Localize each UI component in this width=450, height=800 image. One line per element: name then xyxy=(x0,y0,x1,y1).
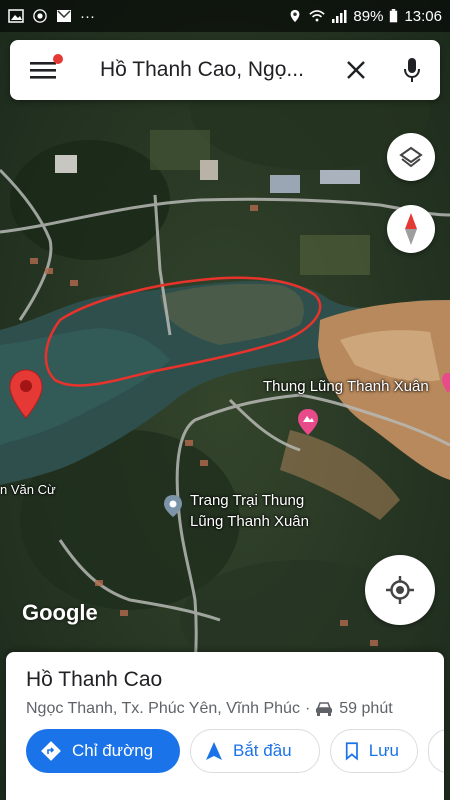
map-layers-button[interactable] xyxy=(387,133,435,181)
directions-button[interactable]: Chỉ đường xyxy=(26,729,180,773)
my-location-button[interactable] xyxy=(365,555,435,625)
my-location-icon xyxy=(386,576,414,604)
save-label: Lưu xyxy=(368,741,399,760)
search-input[interactable]: Hồ Thanh Cao, Ngọ... xyxy=(76,58,328,82)
car-icon xyxy=(316,702,333,716)
location-status-icon xyxy=(291,9,300,23)
wifi-icon xyxy=(309,10,326,22)
bookmark-icon xyxy=(345,742,358,761)
valley-poi-icon[interactable] xyxy=(297,408,319,436)
farm-poi-icon[interactable] xyxy=(163,494,183,518)
action-buttons: Chỉ đường Bắt đầu Lưu xyxy=(26,729,444,773)
more-actions-button[interactable] xyxy=(428,729,444,773)
signal-icon xyxy=(332,10,347,23)
google-logo: Google xyxy=(22,600,98,625)
search-bar[interactable]: Hồ Thanh Cao, Ngọ... xyxy=(10,40,440,100)
poi-edge-icon[interactable] xyxy=(441,372,450,394)
compass-button[interactable] xyxy=(387,205,435,253)
more-notifications-indicator: ··· xyxy=(80,7,95,25)
save-button[interactable]: Lưu xyxy=(330,729,418,773)
road-label: n Văn Cừ xyxy=(0,482,56,497)
notification-dot xyxy=(53,54,63,64)
directions-label: Chỉ đường xyxy=(72,741,154,760)
voice-search-button[interactable] xyxy=(384,40,440,100)
compass-icon xyxy=(405,213,417,245)
clear-search-button[interactable] xyxy=(328,40,384,100)
battery-icon xyxy=(390,9,398,23)
layers-icon xyxy=(399,146,423,168)
image-notification-icon xyxy=(8,9,24,23)
chrome-icon xyxy=(33,9,47,23)
separator-dot: · xyxy=(304,700,311,717)
place-address: Ngọc Thanh, Tx. Phúc Yên, Vĩnh Phúc xyxy=(26,700,300,717)
status-time: 13:06 xyxy=(404,7,442,25)
valley-label[interactable]: Thung Lũng Thanh Xuân xyxy=(263,378,429,395)
directions-icon xyxy=(41,741,61,761)
place-title: Hồ Thanh Cao xyxy=(26,668,163,691)
farm-label[interactable]: Trang Trại Thung Lũng Thanh Xuân xyxy=(190,490,340,532)
microphone-icon xyxy=(404,58,420,82)
hamburger-menu-icon xyxy=(30,62,56,79)
close-icon xyxy=(347,61,365,79)
start-navigation-button[interactable]: Bắt đầu xyxy=(190,729,320,773)
place-info-sheet[interactable]: Hồ Thanh Cao Ngọc Thanh, Tx. Phúc Yên, V… xyxy=(6,652,444,800)
start-label: Bắt đầu xyxy=(233,741,292,760)
menu-button[interactable] xyxy=(10,40,76,100)
place-marker-icon[interactable] xyxy=(8,368,44,420)
gmail-icon xyxy=(57,10,71,22)
navigation-arrow-icon xyxy=(206,742,222,760)
battery-percent: 89% xyxy=(353,7,384,25)
drive-time: 59 phút xyxy=(339,700,393,717)
status-bar: ··· 89% 13:06 xyxy=(0,0,450,32)
place-subtitle: Ngọc Thanh, Tx. Phúc Yên, Vĩnh Phúc · 59… xyxy=(26,700,444,718)
